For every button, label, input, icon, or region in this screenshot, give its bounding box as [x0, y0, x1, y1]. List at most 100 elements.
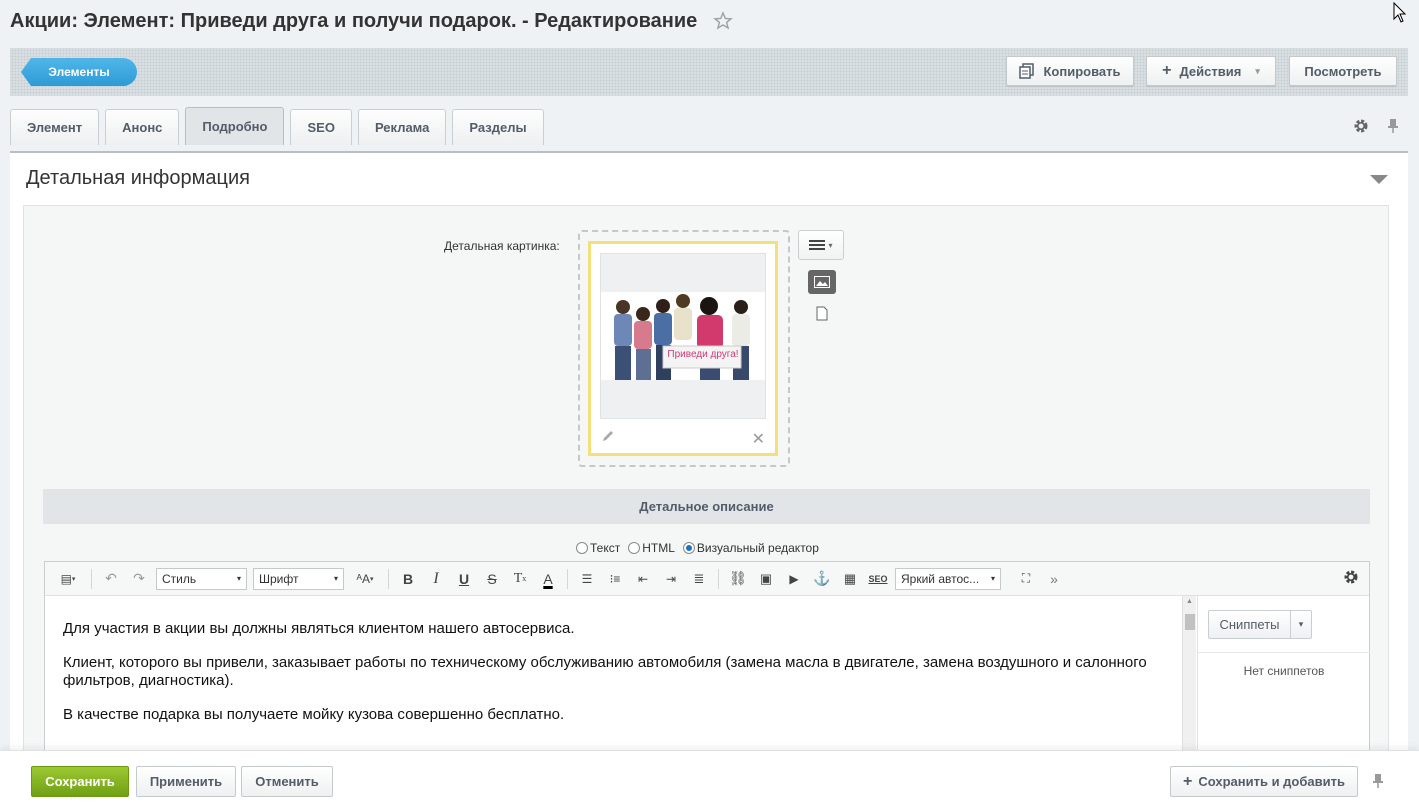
- strikethrough-icon[interactable]: S: [481, 568, 503, 590]
- copy-label: Копировать: [1043, 63, 1121, 79]
- components-icon[interactable]: ▤ ▾: [53, 568, 83, 590]
- mode-text-radio[interactable]: Текст: [576, 541, 620, 555]
- copy-button[interactable]: Копировать: [1006, 56, 1134, 86]
- font-select[interactable]: Шрифт ▾: [253, 567, 344, 590]
- tab-seo[interactable]: SEO: [290, 109, 352, 145]
- tab-advertising[interactable]: Реклама: [357, 109, 447, 145]
- save-and-add-label: Сохранить и добавить: [1198, 774, 1345, 789]
- snippets-button[interactable]: Сниппеты ▾: [1208, 610, 1312, 639]
- content-paragraph: В качестве подарка вы получаете мойку ку…: [63, 706, 565, 723]
- title-row: Акции: Элемент: Приведи друга и получи п…: [10, 6, 734, 36]
- detail-picture-label: Детальная картинка:: [444, 239, 560, 253]
- seo-icon[interactable]: SEO: [867, 568, 889, 590]
- chevron-down-icon: ▾: [236, 574, 241, 583]
- remove-format-icon[interactable]: Tx: [509, 568, 531, 590]
- tab-tools: [1353, 118, 1399, 134]
- template-select[interactable]: Яркий автос... ▾: [895, 567, 1001, 590]
- font-size-icon[interactable]: ᴬA ▾: [350, 568, 380, 590]
- table-icon[interactable]: ▦: [839, 568, 861, 590]
- actions-button[interactable]: + Действия ▾: [1146, 56, 1276, 86]
- tab-sections[interactable]: Разделы: [452, 109, 544, 145]
- tab-announce[interactable]: Анонс: [105, 109, 180, 145]
- toolbar-separator: [567, 568, 568, 589]
- content-paragraph: Для участия в акции вы должны являться к…: [63, 620, 575, 637]
- anchor-icon[interactable]: ⚓: [811, 568, 833, 590]
- section-title: Детальная информация: [26, 167, 250, 189]
- align-icon[interactable]: ≣: [688, 568, 710, 590]
- footer-bar: Сохранить Применить Отменить + Сохранить…: [0, 750, 1419, 805]
- mode-visual-radio[interactable]: Визуальный редактор: [682, 541, 819, 555]
- toolbar-separator: [91, 568, 92, 589]
- tab-bar: Элемент Анонс Подробно SEO Реклама Разде…: [10, 107, 544, 145]
- template-select-value: Яркий автос...: [901, 571, 980, 586]
- pin-icon[interactable]: [1372, 773, 1384, 789]
- pencil-icon[interactable]: [601, 429, 615, 443]
- plus-icon: +: [1162, 62, 1172, 79]
- scroll-up-icon[interactable]: ▲: [1186, 598, 1193, 605]
- cancel-button[interactable]: Отменить: [241, 766, 333, 797]
- image-mode-button[interactable]: [808, 270, 836, 294]
- chevron-down-icon: ▾: [828, 240, 833, 250]
- scroll-thumb[interactable]: [1185, 614, 1195, 630]
- font-select-value: Шрифт: [259, 571, 299, 586]
- pin-icon[interactable]: [1387, 118, 1399, 134]
- divider: [1198, 652, 1370, 653]
- toolbar-separator: [388, 568, 389, 589]
- picture-menu-button[interactable]: ▾: [798, 230, 844, 260]
- file-icon[interactable]: [816, 306, 828, 321]
- picture-frame: Приведи друга! ✕: [588, 241, 778, 456]
- radio-button[interactable]: [576, 542, 588, 554]
- gear-icon[interactable]: [1343, 569, 1359, 585]
- page-title: Акции: Элемент: Приведи друга и получи п…: [10, 9, 698, 32]
- content-paragraph: Клиент, которого вы привели, заказывает …: [63, 654, 1147, 689]
- radio-button-selected[interactable]: [682, 542, 695, 554]
- chevron-down-icon[interactable]: ▾: [1291, 611, 1311, 638]
- style-select[interactable]: Стиль ▾: [156, 567, 247, 590]
- redo-icon[interactable]: ↷: [128, 568, 150, 590]
- hamburger-icon: [809, 240, 826, 250]
- friends-photo-image: [601, 292, 765, 380]
- more-icon[interactable]: »: [1043, 568, 1065, 590]
- collapse-arrow-icon[interactable]: [1370, 175, 1388, 184]
- undo-icon[interactable]: ↶: [100, 568, 122, 590]
- no-snippets-text: Нет сниппетов: [1243, 664, 1325, 678]
- mode-html-radio[interactable]: HTML: [628, 541, 675, 555]
- elements-back-button[interactable]: Элементы: [21, 58, 137, 86]
- outdent-icon[interactable]: ⇤: [632, 568, 654, 590]
- view-button[interactable]: Посмотреть: [1289, 56, 1397, 86]
- underline-icon[interactable]: U: [453, 568, 475, 590]
- bold-icon[interactable]: B: [397, 568, 419, 590]
- chevron-down-icon: ▾: [333, 574, 338, 583]
- save-and-add-button[interactable]: + Сохранить и добавить: [1170, 766, 1358, 797]
- ordered-list-icon[interactable]: ☰: [576, 568, 598, 590]
- close-icon[interactable]: ✕: [752, 429, 765, 449]
- chevron-down-icon: ▾: [1255, 65, 1260, 76]
- main-panel: Детальная информация Детальная картинка:…: [10, 151, 1408, 805]
- indent-icon[interactable]: ⇥: [660, 568, 682, 590]
- chevron-down-icon: ▾: [990, 574, 995, 583]
- favorite-star-icon[interactable]: [713, 11, 734, 31]
- fullscreen-icon[interactable]: ⛶: [1015, 568, 1037, 590]
- image-icon[interactable]: ▣: [755, 568, 777, 590]
- picture-preview[interactable]: Приведи друга!: [600, 253, 766, 419]
- gear-icon[interactable]: [1353, 118, 1369, 134]
- style-select-value: Стиль: [162, 571, 197, 586]
- text-color-icon[interactable]: A: [537, 568, 559, 590]
- plus-icon: +: [1183, 772, 1193, 790]
- apply-button[interactable]: Применить: [136, 766, 236, 797]
- unordered-list-icon[interactable]: ⁝≡: [604, 568, 626, 590]
- mode-visual-label: Визуальный редактор: [696, 541, 819, 555]
- radio-button[interactable]: [628, 542, 641, 554]
- editor-toolbar: ▤ ▾ ↶ ↷ Стиль ▾ Шрифт ▾ ᴬA ▾ B I U S Tx A ☰ …: [45, 562, 1369, 596]
- save-button[interactable]: Сохранить: [31, 766, 129, 797]
- link-icon[interactable]: ⛓: [727, 568, 749, 590]
- tab-details[interactable]: Подробно: [185, 107, 285, 145]
- video-icon[interactable]: ▶: [783, 568, 805, 590]
- tab-element[interactable]: Элемент: [10, 109, 100, 145]
- actions-label: Действия: [1179, 63, 1242, 79]
- context-toolbar: Элементы Копировать + Действия ▾ Посмотр…: [10, 48, 1408, 96]
- italic-icon[interactable]: I: [425, 568, 447, 590]
- picture-caption: Приведи друга!: [667, 349, 739, 360]
- snippets-label: Сниппеты: [1209, 611, 1291, 638]
- section-content: Детальная картинка: Приведи друга! ✕ ▾ Д…: [23, 205, 1389, 805]
